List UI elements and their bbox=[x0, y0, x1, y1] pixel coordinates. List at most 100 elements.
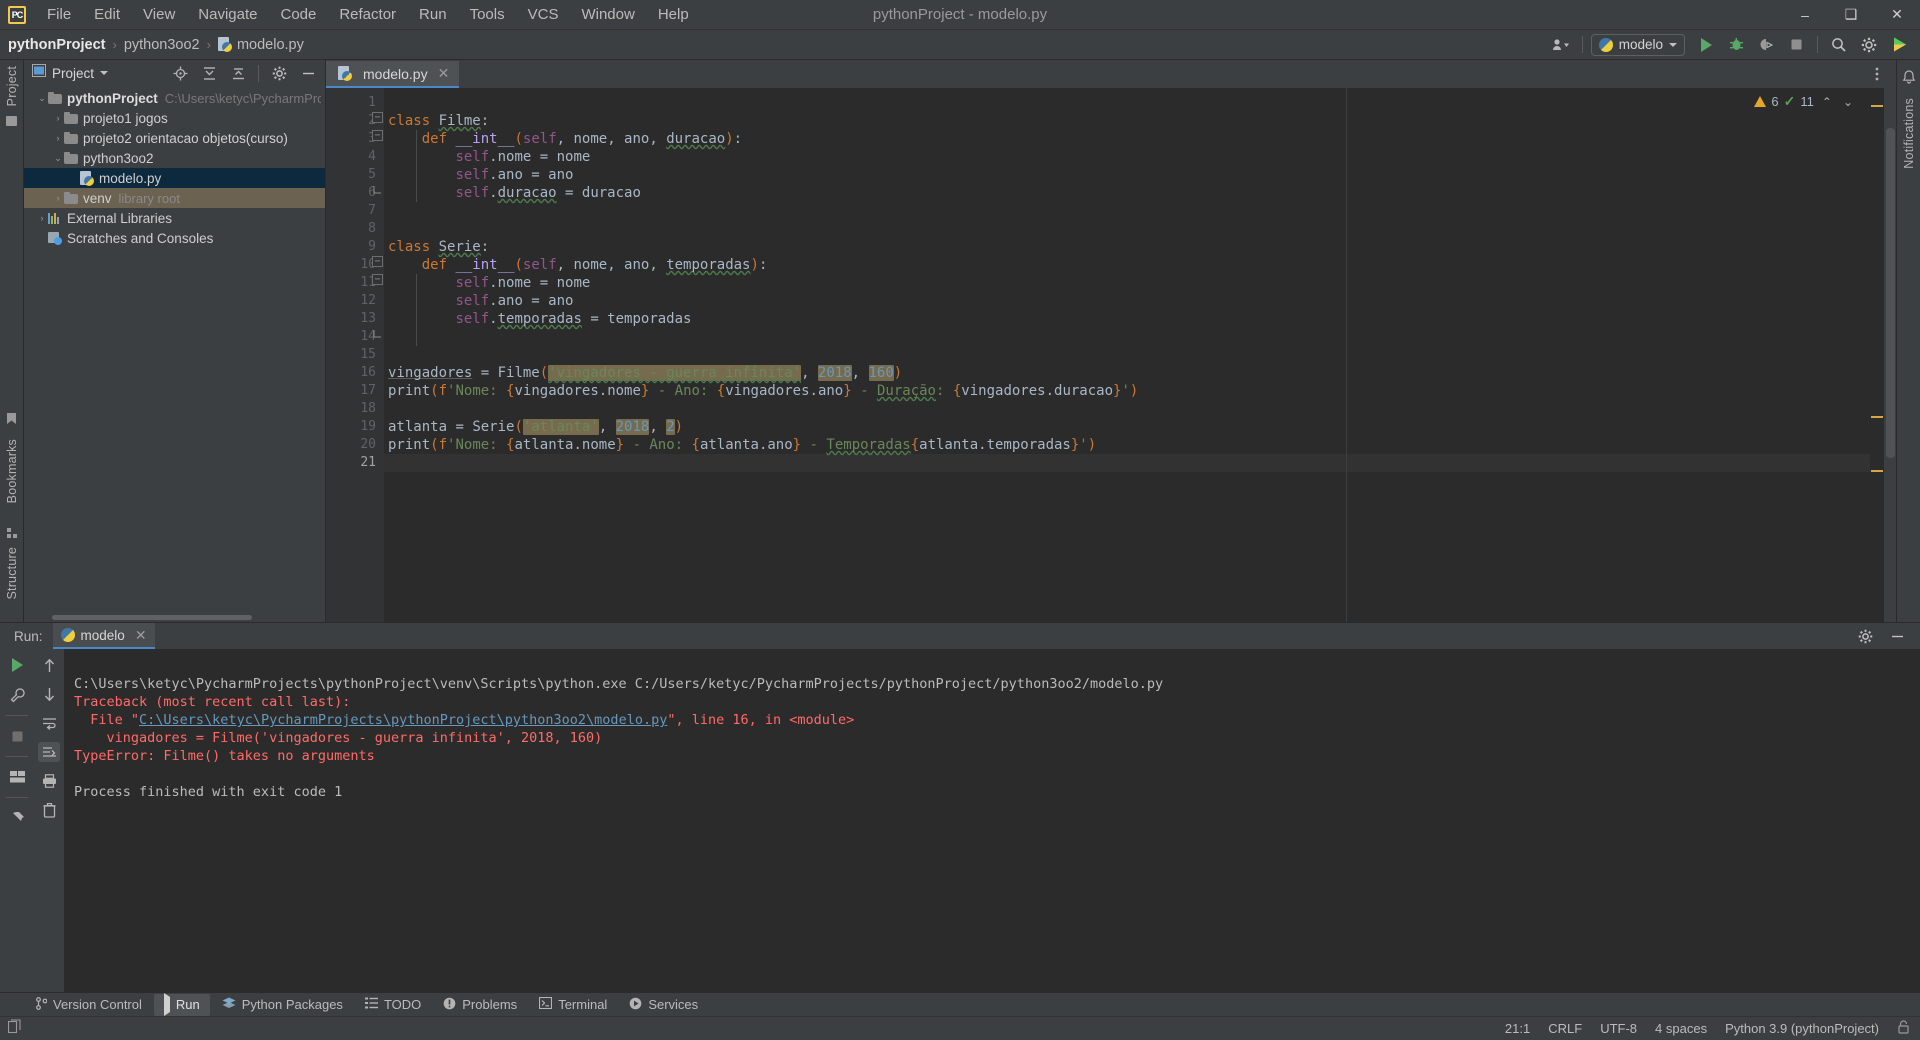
chevron-icon[interactable]: › bbox=[52, 132, 64, 144]
breadcrumb-folder[interactable]: python3oo2 bbox=[124, 37, 200, 53]
indent-setting[interactable]: 4 spaces bbox=[1655, 1021, 1707, 1036]
menu-run[interactable]: Run bbox=[408, 3, 458, 26]
tree-node-projeto2[interactable]: › projeto2 orientacao objetos(curso) bbox=[24, 128, 325, 148]
arrow-up-icon[interactable] bbox=[38, 655, 60, 675]
tree-node-python3oo2[interactable]: ⌄ python3oo2 bbox=[24, 148, 325, 168]
tree-node-external-libraries[interactable]: › External Libraries bbox=[24, 208, 325, 228]
fold-handle-def-init-2[interactable]: − bbox=[372, 274, 383, 285]
strip-item-project[interactable]: Project bbox=[5, 66, 19, 106]
expand-all-icon[interactable] bbox=[196, 61, 222, 85]
marker-warning[interactable] bbox=[1871, 470, 1883, 472]
hide-panel-icon[interactable] bbox=[295, 61, 321, 85]
pin-icon[interactable] bbox=[6, 808, 28, 828]
tree-node-pythonProject[interactable]: ⌄ pythonProject C:\Users\ketyc\PycharmPr… bbox=[24, 88, 325, 108]
editor-tab-modelo-py[interactable]: modelo.py ✕ bbox=[326, 61, 460, 88]
chevron-icon[interactable]: › bbox=[36, 212, 48, 224]
tree-node-projeto1-jogos[interactable]: › projeto1 jogos bbox=[24, 108, 325, 128]
collapse-all-icon[interactable] bbox=[225, 61, 251, 85]
layout-icon[interactable] bbox=[6, 767, 28, 787]
close-icon[interactable]: ✕ bbox=[438, 65, 450, 82]
python-interpreter[interactable]: Python 3.9 (pythonProject) bbox=[1725, 1021, 1879, 1036]
menu-tools[interactable]: Tools bbox=[459, 3, 516, 26]
run-configuration-selector[interactable]: modelo bbox=[1590, 33, 1685, 56]
tree-node-venv[interactable]: › venv library root bbox=[24, 188, 325, 208]
menu-refactor[interactable]: Refactor bbox=[328, 3, 407, 26]
marker-warning[interactable] bbox=[1871, 105, 1883, 107]
editor-scrollbar[interactable] bbox=[1884, 88, 1896, 622]
menu-vcs[interactable]: VCS bbox=[517, 3, 570, 26]
menu-view[interactable]: View bbox=[132, 3, 186, 26]
tool-window-python-packages[interactable]: Python Packages bbox=[212, 994, 353, 1016]
lock-icon[interactable] bbox=[1897, 1020, 1910, 1037]
tool-window-problems[interactable]: Problems bbox=[433, 994, 527, 1016]
debug-icon[interactable] bbox=[1723, 33, 1749, 57]
project-gear-icon[interactable] bbox=[266, 61, 292, 85]
chevron-icon[interactable]: › bbox=[52, 192, 64, 204]
menu-file[interactable]: File bbox=[36, 3, 82, 26]
code-editor[interactable]: class Filme: def __int__(self, nome, ano… bbox=[384, 88, 1870, 622]
editor-gutter[interactable]: 1 2 3 4 5 6 7 8 9 10 11 12 13 14 15 16 1 bbox=[326, 88, 384, 622]
tool-window-run[interactable]: Run bbox=[153, 993, 210, 1016]
copy-icon[interactable] bbox=[7, 1018, 22, 1039]
tree-node-scratches[interactable]: Scratches and Consoles bbox=[24, 228, 325, 248]
minimize-button[interactable]: – bbox=[1782, 0, 1828, 30]
project-horizontal-scrollbar[interactable] bbox=[24, 613, 325, 622]
tool-window-terminal[interactable]: Terminal bbox=[529, 994, 617, 1016]
menu-edit[interactable]: Edit bbox=[83, 3, 131, 26]
strip-item-bookmarks[interactable]: Bookmarks bbox=[5, 439, 19, 503]
file-encoding[interactable]: UTF-8 bbox=[1600, 1021, 1637, 1036]
tool-window-todo[interactable]: TODO bbox=[355, 994, 431, 1016]
notifications-bell-icon[interactable] bbox=[1902, 70, 1916, 90]
menu-navigate[interactable]: Navigate bbox=[187, 3, 268, 26]
more-options-icon[interactable] bbox=[1864, 62, 1890, 86]
strip-item-structure[interactable]: Structure bbox=[5, 547, 19, 600]
close-icon[interactable]: ✕ bbox=[135, 627, 147, 644]
chevron-icon[interactable]: ⌄ bbox=[36, 92, 48, 104]
locate-file-icon[interactable] bbox=[167, 61, 193, 85]
project-tree[interactable]: ⌄ pythonProject C:\Users\ketyc\PycharmPr… bbox=[24, 86, 325, 613]
menu-code[interactable]: Code bbox=[269, 3, 327, 26]
soft-wrap-icon[interactable] bbox=[38, 713, 60, 733]
fold-handle-def-init-1[interactable]: − bbox=[372, 130, 383, 141]
chevron-down-icon[interactable]: ⌄ bbox=[1840, 95, 1856, 109]
stop-icon[interactable] bbox=[6, 726, 28, 746]
breadcrumb-file[interactable]: modelo.py bbox=[217, 37, 304, 53]
marker-warning[interactable] bbox=[1871, 416, 1883, 418]
project-folder-icon[interactable] bbox=[6, 116, 17, 127]
arrow-down-icon[interactable] bbox=[38, 684, 60, 704]
coverage-icon[interactable] bbox=[1753, 33, 1779, 57]
stop-icon[interactable] bbox=[1783, 33, 1809, 57]
editor-marker-bar[interactable] bbox=[1870, 88, 1884, 622]
line-separator[interactable]: CRLF bbox=[1548, 1021, 1582, 1036]
menu-help[interactable]: Help bbox=[647, 3, 700, 26]
search-icon[interactable] bbox=[1826, 33, 1852, 57]
tool-window-version-control[interactable]: Version Control bbox=[26, 994, 152, 1016]
breadcrumb-project[interactable]: pythonProject bbox=[8, 37, 105, 53]
run-console-output[interactable]: C:\Users\ketyc\PycharmProjects\pythonPro… bbox=[64, 649, 1920, 992]
updates-icon[interactable] bbox=[1886, 33, 1912, 57]
gear-icon[interactable] bbox=[1856, 33, 1882, 57]
chevron-up-icon[interactable]: ⌃ bbox=[1819, 95, 1835, 109]
chevron-icon[interactable]: › bbox=[52, 112, 64, 124]
tree-node-modelo-py[interactable]: modelo.py bbox=[24, 168, 325, 188]
chevron-icon[interactable]: ⌄ bbox=[52, 152, 64, 164]
rerun-icon[interactable] bbox=[6, 655, 28, 675]
editor-scrollbar-thumb[interactable] bbox=[1886, 128, 1895, 458]
inspection-widget[interactable]: 6 ✓ 11 ⌃ ⌄ bbox=[1754, 93, 1856, 110]
print-icon[interactable] bbox=[38, 771, 60, 791]
caret-position[interactable]: 21:1 bbox=[1505, 1021, 1530, 1036]
run-icon[interactable] bbox=[1693, 33, 1719, 57]
fold-handle-class-serie[interactable]: − bbox=[372, 256, 383, 267]
maximize-button[interactable]: ❑ bbox=[1828, 0, 1874, 30]
run-tab-modelo[interactable]: modelo ✕ bbox=[52, 623, 155, 649]
project-chevron-down-icon[interactable] bbox=[100, 71, 109, 75]
run-settings-gear-icon[interactable] bbox=[1852, 624, 1878, 648]
trash-icon[interactable] bbox=[38, 800, 60, 820]
wrench-icon[interactable] bbox=[6, 685, 28, 705]
scroll-to-end-icon[interactable] bbox=[38, 742, 60, 762]
console-file-link[interactable]: C:\Users\ketyc\PycharmProjects\pythonPro… bbox=[139, 712, 667, 728]
hide-run-panel-icon[interactable] bbox=[1884, 624, 1910, 648]
tool-window-services[interactable]: Services bbox=[619, 994, 708, 1016]
menu-window[interactable]: Window bbox=[570, 3, 645, 26]
strip-item-notifications[interactable]: Notifications bbox=[1902, 98, 1916, 169]
